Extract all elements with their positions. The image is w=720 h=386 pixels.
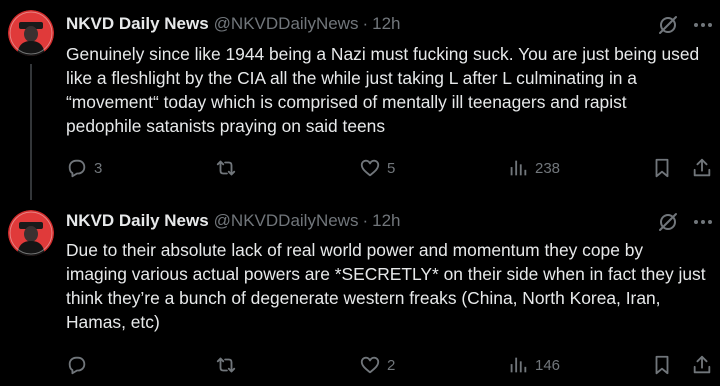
separator-dot: · — [362, 211, 369, 230]
tweet-text: Genuinely since like 1944 being a Nazi m… — [66, 44, 700, 136]
reply-icon — [68, 159, 86, 178]
views-button[interactable]: 238 — [507, 157, 560, 179]
view-count: 238 — [535, 159, 561, 177]
reply-button[interactable]: 3 — [66, 157, 102, 179]
reply-icon — [68, 356, 86, 375]
repost-icon — [216, 160, 236, 176]
more-icon[interactable] — [692, 211, 714, 233]
reply-button[interactable] — [66, 354, 94, 376]
bookmark-icon — [655, 355, 669, 375]
user-handle[interactable]: @NKVDDailyNews — [214, 211, 359, 231]
separator-dot: · — [362, 14, 369, 33]
views-icon — [510, 357, 527, 373]
bookmark-button[interactable] — [652, 157, 672, 179]
tweet-1[interactable]: NKVD Daily News @NKVDDailyNews · 12h Gen… — [0, 0, 720, 200]
view-count: 146 — [535, 356, 561, 374]
tweet-actions: 2 146 — [0, 354, 720, 378]
tweet-actions: 3 5 238 — [0, 157, 720, 181]
reply-count: 3 — [94, 159, 103, 177]
repost-icon — [216, 357, 236, 373]
display-name[interactable]: NKVD Daily News — [66, 211, 209, 231]
like-count: 2 — [387, 356, 396, 374]
avatar[interactable] — [8, 210, 54, 256]
bookmark-icon — [655, 158, 669, 178]
repost-button[interactable] — [214, 354, 244, 376]
more-icon[interactable] — [692, 14, 714, 36]
share-button[interactable] — [691, 354, 713, 376]
grok-icon[interactable] — [656, 13, 680, 37]
share-icon — [693, 158, 711, 177]
grok-icon[interactable] — [656, 210, 680, 234]
repost-button[interactable] — [214, 157, 244, 179]
tweet-text: Due to their absolute lack of real world… — [66, 240, 706, 332]
like-count: 5 — [387, 159, 396, 177]
avatar[interactable] — [8, 10, 54, 56]
like-button[interactable]: 5 — [359, 157, 395, 179]
display-name[interactable]: NKVD Daily News — [66, 14, 209, 34]
tweet-header: NKVD Daily News @NKVDDailyNews · 12h — [66, 209, 401, 233]
timestamp[interactable]: 12h — [372, 14, 400, 34]
share-icon — [693, 355, 711, 374]
timestamp[interactable]: 12h — [372, 211, 400, 231]
heart-icon — [360, 356, 380, 374]
views-button[interactable]: 146 — [507, 354, 560, 376]
heart-icon — [360, 159, 380, 177]
tweet-2[interactable]: NKVD Daily News @NKVDDailyNews · 12h Due… — [0, 200, 720, 386]
user-handle[interactable]: @NKVDDailyNews — [214, 14, 359, 34]
tweet-header: NKVD Daily News @NKVDDailyNews · 12h — [66, 12, 401, 36]
bookmark-button[interactable] — [652, 354, 672, 376]
views-icon — [510, 160, 527, 176]
share-button[interactable] — [691, 157, 713, 179]
like-button[interactable]: 2 — [359, 354, 395, 376]
